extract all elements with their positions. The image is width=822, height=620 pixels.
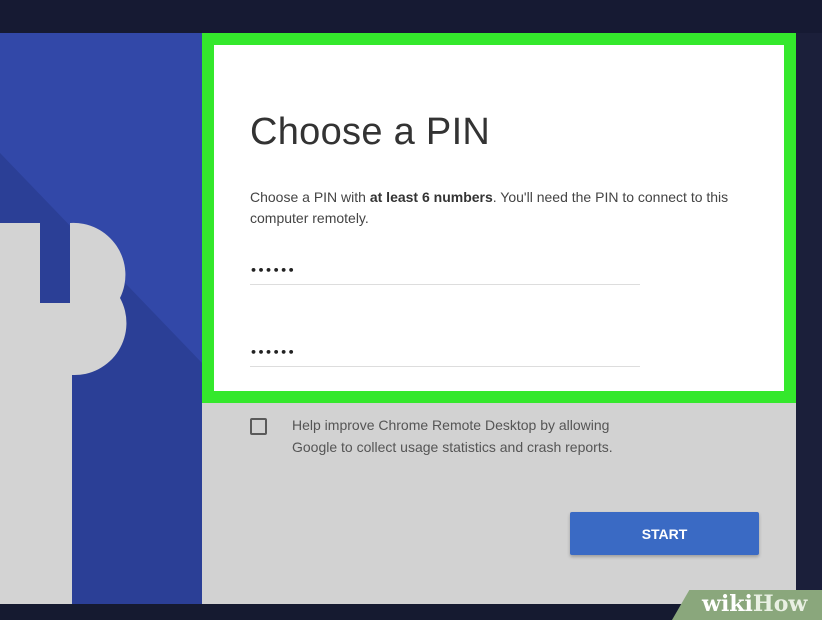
usage-stats-checkbox[interactable] [250,418,267,435]
start-button[interactable]: START [570,512,759,555]
watermark-wiki: wiki [702,591,753,617]
pin-input[interactable] [250,256,640,285]
background-top-band [0,0,822,33]
wikihow-watermark: wikiHow [702,591,807,617]
description-emphasis: at least 6 numbers [369,189,493,205]
watermark-how: How [752,591,808,617]
pin-section-highlight: Choose a PIN Choose a PIN with at least … [202,33,796,403]
description-text-start: Choose a PIN with [250,189,370,205]
usage-stats-label: Help improve Chrome Remote Desktop by al… [292,417,613,455]
dialog-description: Choose a PIN with at least 6 numbers. Yo… [250,187,770,229]
confirm-pin-input[interactable] [250,338,640,367]
app-side-panel [0,33,202,604]
dialog-title: Choose a PIN [250,111,491,153]
wrench-icon [0,153,202,604]
